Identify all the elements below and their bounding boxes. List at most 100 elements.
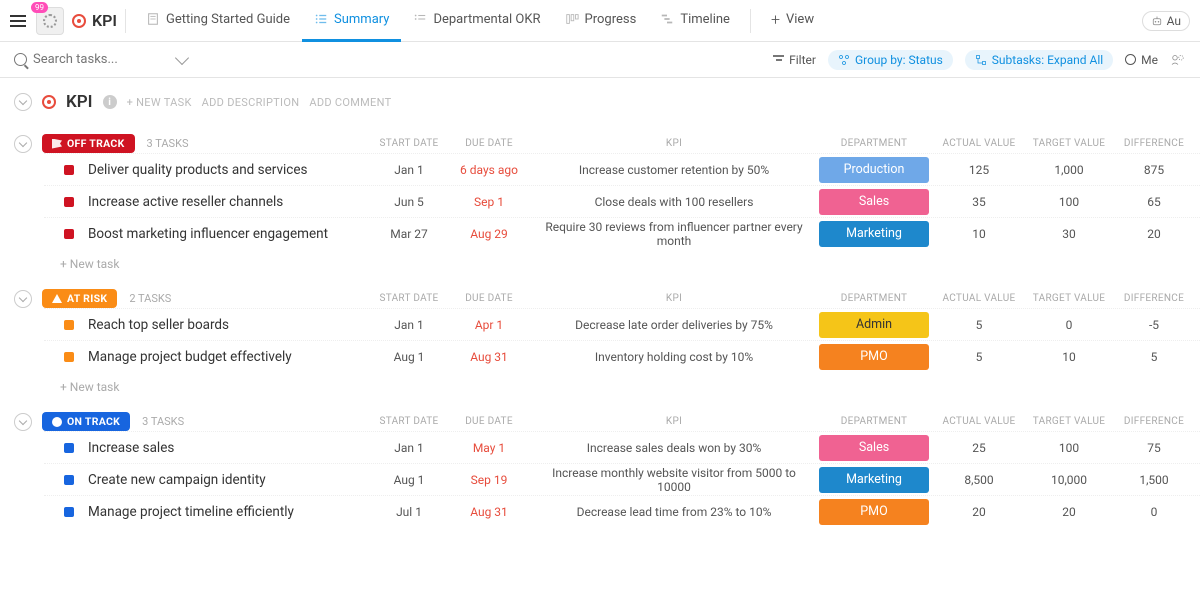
status-square-icon[interactable] — [64, 352, 74, 362]
status-pill[interactable]: OFF TRACK — [42, 134, 135, 153]
add-description-button[interactable]: ADD DESCRIPTION — [202, 96, 300, 109]
difference-value[interactable]: 5 — [1114, 350, 1194, 364]
status-square-icon[interactable] — [64, 507, 74, 517]
difference-value[interactable]: 75 — [1114, 441, 1194, 455]
kpi-text[interactable]: Require 30 reviews from influencer partn… — [534, 220, 814, 248]
menu-icon[interactable] — [6, 9, 30, 33]
task-name[interactable]: Manage project budget effectively — [88, 349, 374, 365]
search-input[interactable] — [33, 52, 163, 67]
difference-value[interactable]: 20 — [1114, 227, 1194, 241]
kpi-text[interactable]: Increase monthly website visitor from 50… — [534, 466, 814, 494]
start-date[interactable]: Jan 1 — [374, 163, 444, 177]
tab-departmental[interactable]: Departmental OKR — [401, 0, 552, 42]
department-badge[interactable]: Marketing — [819, 467, 929, 493]
task-row[interactable]: Manage project timeline efficiently Jul … — [44, 495, 1200, 527]
actual-value[interactable]: 5 — [934, 318, 1024, 332]
new-task-button[interactable]: + New task — [14, 249, 1200, 277]
status-pill[interactable]: ON TRACK — [42, 412, 130, 431]
difference-value[interactable]: 875 — [1114, 163, 1194, 177]
status-square-icon[interactable] — [64, 165, 74, 175]
task-row[interactable]: Increase active reseller channels Jun 5 … — [44, 185, 1200, 217]
due-date[interactable]: Sep 19 — [444, 473, 534, 487]
department-badge[interactable]: Sales — [819, 435, 929, 461]
task-name[interactable]: Manage project timeline efficiently — [88, 504, 374, 520]
target-value[interactable]: 30 — [1024, 227, 1114, 241]
due-date[interactable]: May 1 — [444, 441, 534, 455]
start-date[interactable]: Mar 27 — [374, 227, 444, 241]
status-square-icon[interactable] — [64, 197, 74, 207]
kpi-text[interactable]: Increase customer retention by 50% — [534, 163, 814, 177]
due-date[interactable]: Apr 1 — [444, 318, 534, 332]
chevron-down-icon[interactable] — [175, 50, 189, 64]
start-date[interactable]: Jun 5 — [374, 195, 444, 209]
difference-value[interactable]: 1,500 — [1114, 473, 1194, 487]
difference-value[interactable]: 65 — [1114, 195, 1194, 209]
collapse-group-icon[interactable] — [14, 135, 32, 153]
me-button[interactable]: Me — [1125, 53, 1158, 67]
start-date[interactable]: Jan 1 — [374, 441, 444, 455]
task-row[interactable]: Manage project budget effectively Aug 1 … — [44, 340, 1200, 372]
automation-button[interactable]: Au — [1142, 11, 1190, 31]
task-name[interactable]: Boost marketing influencer engagement — [88, 226, 374, 242]
status-square-icon[interactable] — [64, 443, 74, 453]
task-row[interactable]: Increase sales Jan 1 May 1 Increase sale… — [44, 431, 1200, 463]
due-date[interactable]: Aug 31 — [444, 350, 534, 364]
kpi-text[interactable]: Decrease late order deliveries by 75% — [534, 318, 814, 332]
info-icon[interactable]: i — [103, 95, 117, 109]
difference-value[interactable]: -5 — [1114, 318, 1194, 332]
task-row[interactable]: Deliver quality products and services Ja… — [44, 153, 1200, 185]
start-date[interactable]: Aug 1 — [374, 473, 444, 487]
collapse-group-icon[interactable] — [14, 290, 32, 308]
new-task-button[interactable]: + New task — [14, 372, 1200, 400]
target-value[interactable]: 20 — [1024, 505, 1114, 519]
actual-value[interactable]: 125 — [934, 163, 1024, 177]
kpi-text[interactable]: Decrease lead time from 23% to 10% — [534, 505, 814, 519]
target-value[interactable]: 100 — [1024, 441, 1114, 455]
filter-button[interactable]: Filter — [773, 53, 816, 67]
target-value[interactable]: 100 — [1024, 195, 1114, 209]
department-badge[interactable]: PMO — [819, 499, 929, 525]
task-name[interactable]: Deliver quality products and services — [88, 162, 374, 178]
due-date[interactable]: Aug 31 — [444, 505, 534, 519]
department-badge[interactable]: Marketing — [819, 221, 929, 247]
department-badge[interactable]: Sales — [819, 189, 929, 215]
collapse-group-icon[interactable] — [14, 413, 32, 431]
task-name[interactable]: Increase active reseller channels — [88, 194, 374, 210]
start-date[interactable]: Jan 1 — [374, 318, 444, 332]
actual-value[interactable]: 20 — [934, 505, 1024, 519]
tab-progress[interactable]: Progress — [553, 0, 649, 42]
activity-icon[interactable]: 99 — [36, 7, 64, 35]
subtasks-button[interactable]: Subtasks: Expand All — [965, 50, 1113, 70]
department-badge[interactable]: Production — [819, 157, 929, 183]
target-value[interactable]: 10,000 — [1024, 473, 1114, 487]
kpi-text[interactable]: Increase sales deals won by 30% — [534, 441, 814, 455]
status-square-icon[interactable] — [64, 320, 74, 330]
actual-value[interactable]: 10 — [934, 227, 1024, 241]
due-date[interactable]: 6 days ago — [444, 163, 534, 177]
assignee-icon[interactable] — [1170, 54, 1186, 66]
difference-value[interactable]: 0 — [1114, 505, 1194, 519]
actual-value[interactable]: 35 — [934, 195, 1024, 209]
actual-value[interactable]: 8,500 — [934, 473, 1024, 487]
task-row[interactable]: Reach top seller boards Jan 1 Apr 1 Decr… — [44, 308, 1200, 340]
actual-value[interactable]: 5 — [934, 350, 1024, 364]
target-value[interactable]: 1,000 — [1024, 163, 1114, 177]
tab-timeline[interactable]: Timeline — [648, 0, 742, 42]
target-value[interactable]: 0 — [1024, 318, 1114, 332]
new-task-button[interactable]: + NEW TASK — [127, 96, 192, 109]
task-name[interactable]: Reach top seller boards — [88, 317, 374, 333]
department-badge[interactable]: Admin — [819, 312, 929, 338]
task-name[interactable]: Increase sales — [88, 440, 374, 456]
add-comment-button[interactable]: ADD COMMENT — [309, 96, 391, 109]
kpi-text[interactable]: Close deals with 100 resellers — [534, 195, 814, 209]
target-value[interactable]: 10 — [1024, 350, 1114, 364]
tab-summary[interactable]: Summary — [302, 0, 401, 42]
task-row[interactable]: Boost marketing influencer engagement Ma… — [44, 217, 1200, 249]
tab-getting-started[interactable]: Getting Started Guide — [134, 0, 302, 42]
status-square-icon[interactable] — [64, 229, 74, 239]
start-date[interactable]: Jul 1 — [374, 505, 444, 519]
group-by-button[interactable]: Group by: Status — [828, 50, 953, 70]
task-row[interactable]: Create new campaign identity Aug 1 Sep 1… — [44, 463, 1200, 495]
status-pill[interactable]: AT RISK — [42, 289, 117, 308]
due-date[interactable]: Aug 29 — [444, 227, 534, 241]
